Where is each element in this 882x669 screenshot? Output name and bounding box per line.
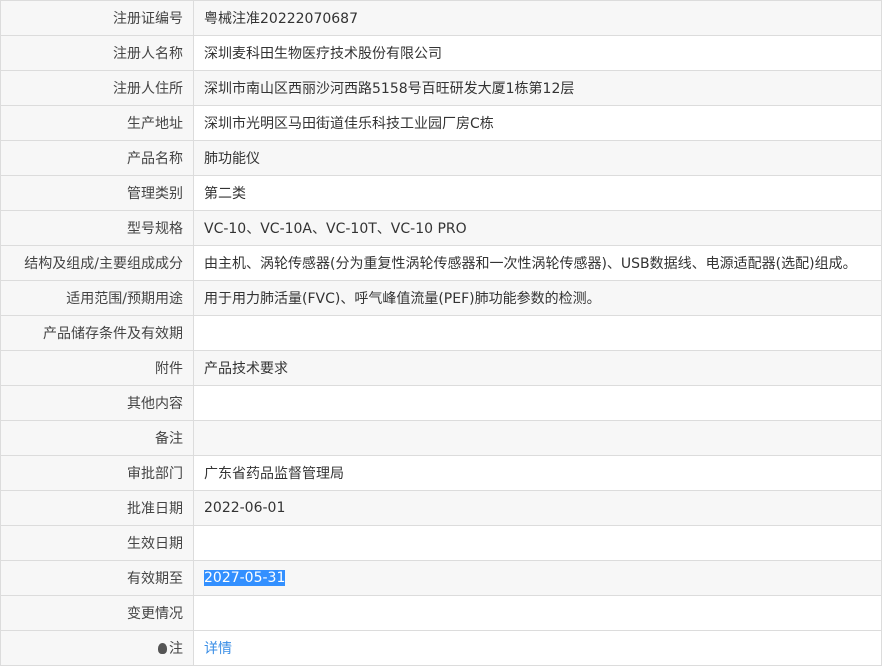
- row-value: 深圳麦科田生物医疗技术股份有限公司: [204, 46, 442, 62]
- row-value-cell: 深圳市光明区马田街道佳乐科技工业园厂房C栋: [193, 105, 882, 141]
- row-value-cell: 由主机、涡轮传感器(分为重复性涡轮传感器和一次性涡轮传感器)、USB数据线、电源…: [193, 245, 882, 281]
- row-label: 型号规格: [0, 210, 194, 246]
- note-value-cell: 详情: [193, 630, 882, 666]
- table-row: 变更情况: [0, 595, 882, 631]
- row-value-cell: [193, 420, 882, 456]
- row-value-cell: VC-10、VC-10A、VC-10T、VC-10 PRO: [193, 210, 882, 246]
- table-row: 有效期至 2027-05-31: [0, 560, 882, 596]
- row-value-cell: [193, 315, 882, 351]
- row-value-cell: 粤械注准20222070687: [193, 0, 882, 36]
- row-value: 第二类: [204, 186, 246, 202]
- row-value-cell: [193, 595, 882, 631]
- row-value: 深圳市南山区西丽沙河西路5158号百旺研发大厦1栋第12层: [204, 81, 575, 97]
- row-value: 2022-06-01: [204, 500, 286, 516]
- lightbulb-icon: [158, 643, 167, 654]
- table-row: 其他内容: [0, 385, 882, 421]
- row-label: 注册证编号: [0, 0, 194, 36]
- table-row: 批准日期 2022-06-01: [0, 490, 882, 526]
- table-row: 管理类别 第二类: [0, 175, 882, 211]
- table-row: 附件 产品技术要求: [0, 350, 882, 386]
- note-label: 注: [169, 641, 183, 657]
- row-label: 其他内容: [0, 385, 194, 421]
- row-label: 结构及组成/主要组成成分: [0, 245, 194, 281]
- row-label: 管理类别: [0, 175, 194, 211]
- row-label: 批准日期: [0, 490, 194, 526]
- row-value-cell: [193, 385, 882, 421]
- row-label: 适用范围/预期用途: [0, 280, 194, 316]
- table-row: 备注: [0, 420, 882, 456]
- row-value: VC-10、VC-10A、VC-10T、VC-10 PRO: [204, 221, 467, 237]
- row-value-cell: 深圳麦科田生物医疗技术股份有限公司: [193, 35, 882, 71]
- table-row: 注册人名称 深圳麦科田生物医疗技术股份有限公司: [0, 35, 882, 71]
- row-value-cell: 2027-05-31: [193, 560, 882, 596]
- table-row: 产品储存条件及有效期: [0, 315, 882, 351]
- row-value-cell: 深圳市南山区西丽沙河西路5158号百旺研发大厦1栋第12层: [193, 70, 882, 106]
- registration-table: 注册证编号 粤械注准20222070687 注册人名称 深圳麦科田生物医疗技术股份有限…: [0, 0, 882, 666]
- table-row: 生效日期: [0, 525, 882, 561]
- row-label: 生效日期: [0, 525, 194, 561]
- row-value-cell: 2022-06-01: [193, 490, 882, 526]
- row-value: 2027-05-31: [204, 570, 286, 586]
- row-value-cell: 肺功能仪: [193, 140, 882, 176]
- table-row: 结构及组成/主要组成成分 由主机、涡轮传感器(分为重复性涡轮传感器和一次性涡轮传感…: [0, 245, 882, 281]
- row-value-cell: [193, 525, 882, 561]
- row-value: 广东省药品监督管理局: [204, 466, 344, 482]
- table-row: 型号规格 VC-10、VC-10A、VC-10T、VC-10 PRO: [0, 210, 882, 246]
- table-row: 注册人住所 深圳市南山区西丽沙河西路5158号百旺研发大厦1栋第12层: [0, 70, 882, 106]
- row-value: 粤械注准20222070687: [204, 11, 358, 27]
- row-value: 用于用力肺活量(FVC)、呼气峰值流量(PEF)肺功能参数的检测。: [204, 291, 601, 307]
- row-label: 产品储存条件及有效期: [0, 315, 194, 351]
- row-value: 肺功能仪: [204, 151, 260, 167]
- row-label: 变更情况: [0, 595, 194, 631]
- table-row-note: 注 详情: [0, 630, 882, 666]
- row-label: 审批部门: [0, 455, 194, 491]
- table-row: 审批部门 广东省药品监督管理局: [0, 455, 882, 491]
- row-value: 深圳市光明区马田街道佳乐科技工业园厂房C栋: [204, 116, 494, 132]
- details-link[interactable]: 详情: [204, 641, 232, 657]
- table-row: 注册证编号 粤械注准20222070687: [0, 0, 882, 36]
- row-label: 有效期至: [0, 560, 194, 596]
- table-row: 生产地址 深圳市光明区马田街道佳乐科技工业园厂房C栋: [0, 105, 882, 141]
- row-value: 产品技术要求: [204, 361, 288, 377]
- row-label: 注册人住所: [0, 70, 194, 106]
- row-label: 生产地址: [0, 105, 194, 141]
- row-label: 备注: [0, 420, 194, 456]
- row-label: 产品名称: [0, 140, 194, 176]
- note-label-cell: 注: [0, 630, 194, 666]
- row-value-cell: 产品技术要求: [193, 350, 882, 386]
- table-row: 适用范围/预期用途 用于用力肺活量(FVC)、呼气峰值流量(PEF)肺功能参数的检…: [0, 280, 882, 316]
- row-value: 由主机、涡轮传感器(分为重复性涡轮传感器和一次性涡轮传感器)、USB数据线、电源…: [204, 256, 857, 272]
- row-value-cell: 第二类: [193, 175, 882, 211]
- row-label: 注册人名称: [0, 35, 194, 71]
- row-label: 附件: [0, 350, 194, 386]
- table-row: 产品名称 肺功能仪: [0, 140, 882, 176]
- row-value-cell: 用于用力肺活量(FVC)、呼气峰值流量(PEF)肺功能参数的检测。: [193, 280, 882, 316]
- row-value-cell: 广东省药品监督管理局: [193, 455, 882, 491]
